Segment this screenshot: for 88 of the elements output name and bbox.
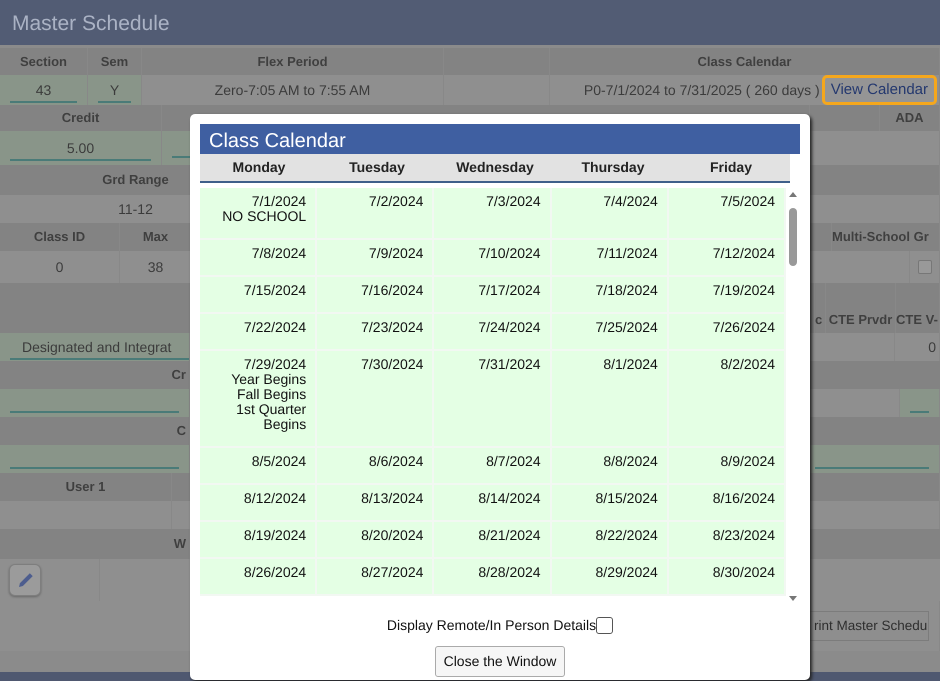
date-text: 8/2/2024 (720, 357, 776, 372)
date-text: 8/29/2024 (594, 565, 658, 580)
date-text: 7/30/2024 (360, 357, 424, 372)
checkbox[interactable] (918, 260, 932, 274)
page-title: Master Schedule (0, 0, 940, 45)
date-text: 8/26/2024 (242, 565, 306, 580)
date-text: 7/22/2024 (242, 320, 306, 335)
scroll-thumb[interactable] (789, 208, 797, 266)
weekday-label: Thursday (580, 158, 646, 177)
date-text: 7/25/2024 (594, 320, 658, 335)
date-text: 7/12/2024 (712, 246, 776, 261)
field-label: W (174, 535, 186, 554)
date-text: 7/15/2024 (242, 283, 306, 298)
date-text: 8/22/2024 (594, 528, 658, 543)
field-label: Multi-School Gr (832, 228, 929, 246)
date-text: 7/3/2024 (485, 194, 541, 209)
field-value: P0-7/1/2024 to 7/31/2025 ( 260 days ) (584, 80, 820, 100)
date-text: 8/23/2024 (712, 528, 776, 543)
field-label: Credit (62, 109, 100, 128)
field-label: Section (20, 52, 67, 71)
date-text: 8/20/2024 (360, 528, 424, 543)
weekday-label: Monday (232, 158, 286, 177)
date-text: 7/4/2024 (602, 194, 658, 209)
date-text: 7/10/2024 (477, 246, 541, 261)
option-label: Display Remote/In Person Details (386, 616, 596, 635)
day-note: Year Begins (230, 372, 306, 387)
weekday-label: Tuesday (348, 158, 406, 177)
date-text: 8/28/2024 (477, 565, 541, 580)
field-label: c (815, 310, 822, 328)
close-button[interactable]: Close the Window (434, 646, 566, 677)
date-text: 7/18/2024 (594, 283, 658, 298)
date-text: 7/26/2024 (712, 320, 776, 335)
edit-button[interactable] (9, 564, 41, 596)
field-label: CTE Prvdr (828, 310, 892, 328)
date-text: 7/5/2024 (720, 194, 776, 209)
date-text: 7/11/2024 (596, 246, 658, 261)
date-text: 8/9/2024 (720, 454, 776, 469)
scroll-up-icon[interactable] (789, 192, 797, 197)
dialog-title: Class Calendar (200, 124, 800, 154)
field-label: Max (142, 228, 168, 246)
field-label: Sem (100, 52, 128, 71)
field-label: Grd Range (102, 171, 169, 190)
date-text: 8/13/2024 (360, 491, 424, 506)
date-text: 8/6/2024 (368, 454, 424, 469)
field-value: 0 (56, 258, 64, 276)
day-note: NO SCHOOL (221, 209, 306, 224)
date-text: 8/5/2024 (250, 454, 306, 469)
field-label: ADA (895, 109, 924, 128)
date-text: 7/29/2024 (242, 357, 306, 372)
date-text: 8/16/2024 (712, 491, 776, 506)
date-text: 8/7/2024 (485, 454, 541, 469)
date-text: 7/9/2024 (368, 246, 424, 261)
date-text: 8/15/2024 (594, 491, 658, 506)
field-value: 11-12 (118, 200, 153, 218)
day-note: 1st Quarter Begins (235, 402, 306, 432)
date-text: 8/27/2024 (360, 565, 424, 580)
field-value: 38 (148, 258, 164, 276)
field-label: Cr (172, 366, 186, 384)
date-text: 7/31/2024 (477, 357, 541, 372)
field-label: Flex Period (257, 52, 328, 71)
date-text: 7/2/2024 (368, 194, 424, 209)
date-text: 8/12/2024 (242, 491, 306, 506)
date-text: 7/24/2024 (477, 320, 541, 335)
date-text: 7/23/2024 (360, 320, 424, 335)
date-text: 7/16/2024 (360, 283, 424, 298)
field-label: C (176, 422, 186, 440)
field-label: CTE V- (896, 310, 938, 328)
date-text: 7/19/2024 (712, 283, 776, 298)
field-value: Zero-7:05 AM to 7:55 AM (214, 80, 370, 100)
date-text: 8/21/2024 (477, 528, 541, 543)
date-text: 8/30/2024 (712, 565, 776, 580)
date-text: 7/17/2024 (477, 283, 541, 298)
day-note: Fall Begins (236, 387, 306, 402)
field-label: User 1 (66, 478, 106, 496)
date-text: 8/8/2024 (602, 454, 658, 469)
weekday-label: Wednesday (455, 158, 535, 177)
pencil-icon (16, 572, 34, 588)
date-text: 7/8/2024 (250, 246, 306, 261)
view-calendar-link[interactable]: View Calendar (822, 74, 937, 106)
field-label: Class ID (34, 228, 86, 246)
date-text: 7/1/2024 (250, 194, 306, 209)
field-label: Class Calendar (698, 52, 792, 71)
date-text: 8/19/2024 (242, 528, 306, 543)
weekday-label: Friday (708, 158, 753, 177)
date-text: 8/14/2024 (477, 491, 541, 506)
field-value: 0 (928, 338, 936, 356)
date-text: 8/1/2024 (602, 357, 658, 372)
checkbox[interactable] (596, 617, 614, 634)
